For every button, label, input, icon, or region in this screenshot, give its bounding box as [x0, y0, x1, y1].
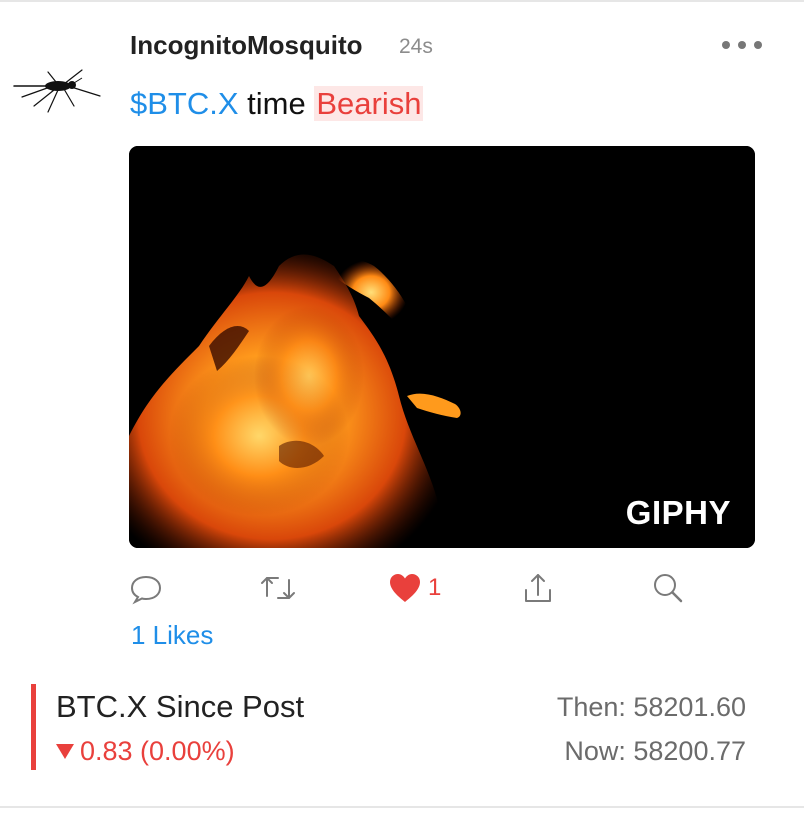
action-bar: 1	[120, 565, 700, 611]
message-body: $BTC.X time Bearish	[130, 86, 424, 122]
post-timestamp: 24s	[399, 35, 433, 58]
ticker-title: BTC.X Since Post	[56, 689, 305, 724]
like-count: 1	[428, 574, 442, 601]
comment-icon[interactable]	[128, 565, 164, 611]
cashtag-link[interactable]: $BTC.X	[130, 86, 239, 121]
user-avatar[interactable]	[8, 66, 108, 114]
then-price: Then: 58201.60	[556, 692, 746, 722]
down-arrow-icon	[56, 744, 74, 759]
ticker-change-value: 0.83 (0.00%)	[80, 736, 235, 766]
message-text: time	[247, 86, 306, 121]
search-icon[interactable]	[650, 565, 686, 611]
ticker-indicator-bar	[31, 684, 36, 770]
now-price: Now: 58200.77	[564, 736, 746, 766]
giphy-watermark: GIPHY	[625, 494, 731, 531]
likes-count-link[interactable]: 1 Likes	[131, 620, 213, 651]
username[interactable]: IncognitoMosquito	[130, 30, 363, 61]
share-icon[interactable]	[520, 565, 556, 611]
bottom-divider	[0, 806, 804, 808]
gif-media[interactable]: GIPHY	[129, 146, 755, 548]
heart-icon	[390, 574, 420, 602]
fire-image	[129, 146, 755, 548]
ticker-change: 0.83 (0.00%)	[56, 736, 235, 767]
reshare-icon[interactable]	[258, 565, 298, 611]
like-button[interactable]: 1	[388, 565, 441, 611]
more-icon[interactable]	[712, 28, 772, 62]
top-divider	[0, 0, 804, 2]
sentiment-badge: Bearish	[314, 86, 424, 121]
